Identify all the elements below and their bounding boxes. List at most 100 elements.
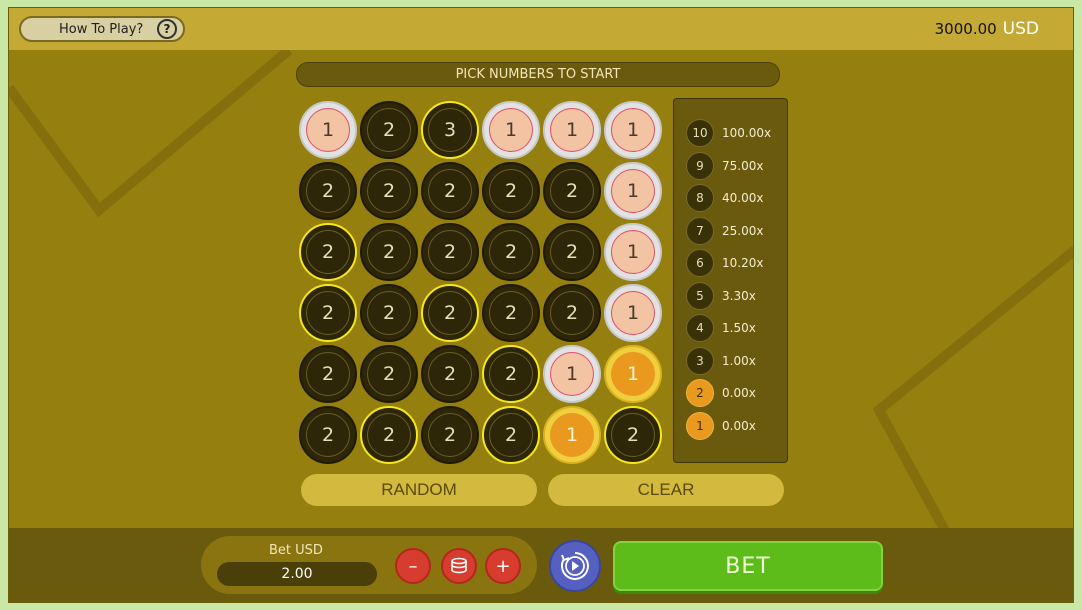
chip-value: 2 (550, 169, 594, 213)
chip-value: 2 (489, 169, 533, 213)
paytable-panel: 10 100.00x 9 75.00x 8 4 0.00x 7 25.00x 6 10.20x 5 3.… (673, 98, 788, 463)
chip-value: 2 (550, 230, 594, 274)
coin-stack-button[interactable] (441, 548, 477, 584)
paytable-hits: 5 (686, 281, 714, 310)
grid-chip[interactable]: 2 (543, 284, 601, 342)
grid-chip[interactable]: 2 (299, 345, 357, 403)
paytable-hits: 4 (686, 314, 714, 342)
autoplay-button[interactable] (549, 540, 601, 592)
grid-chip[interactable]: 2 (543, 162, 601, 220)
grid-chip[interactable]: 1 (543, 345, 601, 403)
grid-chip[interactable]: 1 (604, 101, 662, 159)
grid-chip[interactable]: 2 (482, 406, 540, 464)
paytable-multiplier: 25.00x (722, 223, 764, 238)
autoplay-icon (561, 552, 589, 580)
chip-value: 2 (306, 291, 350, 335)
how-to-play-label: How To Play? (59, 21, 144, 37)
grid-chip[interactable]: 2 (421, 345, 479, 403)
random-button[interactable]: RANDOM (301, 474, 537, 506)
help-icon: ? (157, 19, 177, 39)
grid-chip[interactable]: 2 (360, 162, 418, 220)
grid-chip[interactable]: 2 (421, 284, 479, 342)
grid-chip[interactable]: 2 (482, 223, 540, 281)
grid-chip[interactable]: 2 (482, 284, 540, 342)
grid-chip[interactable]: 2 (299, 406, 357, 464)
grid-chip[interactable]: 2 (360, 284, 418, 342)
chip-value: 1 (550, 108, 594, 152)
paytable-multiplier: 3.30x (722, 288, 756, 303)
balance-display: 3000.00 USD (935, 19, 1039, 39)
grid-chip[interactable]: 2 (299, 162, 357, 220)
paytable-row: 6 10.20x (686, 249, 763, 277)
clear-button[interactable]: CLEAR (548, 474, 784, 506)
paytable-hits: 7 (686, 216, 714, 245)
grid-chip[interactable]: 1 (299, 101, 357, 159)
paytable-row: 1 0.00x (686, 411, 756, 440)
paytable-hits: 2 (686, 379, 714, 407)
grid-chip[interactable]: 1 (543, 406, 601, 464)
grid-chip[interactable]: 2 (421, 223, 479, 281)
chip-value: 2 (428, 169, 472, 213)
increase-bet-button[interactable]: + (485, 548, 521, 584)
chip-value: 2 (306, 413, 350, 457)
chip-value: 2 (611, 413, 655, 457)
paytable-hits: 1 (686, 411, 714, 440)
chip-value: 2 (489, 230, 533, 274)
paytable-row: 10 100.00x (686, 119, 771, 147)
chip-value: 2 (306, 230, 350, 274)
grid-chip[interactable]: 2 (604, 406, 662, 464)
chip-value: 2 (428, 413, 472, 457)
chip-value: 2 (306, 352, 350, 396)
chip-value: 1 (550, 352, 594, 396)
bet-amount-panel: Bet USD 2.00 – + (201, 536, 537, 594)
paytable-hits: 8 (686, 184, 714, 212)
balance-amount: 3000.00 (934, 20, 997, 38)
chip-value: 2 (367, 230, 411, 274)
chip-value: 3 (428, 108, 472, 152)
grid-chip[interactable]: 1 (604, 162, 662, 220)
chip-value: 2 (428, 352, 472, 396)
grid-chip[interactable]: 2 (360, 223, 418, 281)
paytable-multiplier: 0.00x (722, 386, 756, 400)
grid-chip[interactable]: 2 (543, 223, 601, 281)
chip-value: 1 (611, 108, 655, 152)
bet-button[interactable]: BET (613, 541, 883, 591)
number-grid: 123111222221222221222221222211222212 (298, 100, 668, 470)
paytable-row: 4 1.50x (686, 314, 756, 342)
paytable-multiplier: 100.00x (722, 126, 772, 140)
decrease-bet-button[interactable]: – (395, 548, 431, 584)
grid-chip[interactable]: 2 (360, 101, 418, 159)
bet-amount-input[interactable]: 2.00 (217, 562, 377, 586)
grid-chip[interactable]: 2 (421, 406, 479, 464)
grid-chip[interactable]: 2 (299, 284, 357, 342)
chip-value: 2 (367, 169, 411, 213)
paytable-hits: 10 (686, 119, 714, 147)
grid-chip[interactable]: 1 (482, 101, 540, 159)
paytable-row: 9 75.00x (686, 151, 763, 180)
chip-value: 1 (611, 291, 655, 335)
chip-value: 2 (306, 169, 350, 213)
grid-chip[interactable]: 2 (482, 162, 540, 220)
grid-chip[interactable]: 2 (421, 162, 479, 220)
grid-chip[interactable]: 1 (543, 101, 601, 159)
paytable-multiplier: 10.20x (722, 256, 764, 270)
grid-chip[interactable]: 2 (360, 406, 418, 464)
chip-value: 2 (367, 291, 411, 335)
chip-value: 2 (367, 108, 411, 152)
chip-value: 1 (611, 352, 655, 396)
grid-chip[interactable]: 2 (360, 345, 418, 403)
grid-chip[interactable]: 2 (299, 223, 357, 281)
paytable-hits: 3 (686, 346, 714, 375)
balance-currency: USD (1002, 19, 1039, 39)
grid-chip[interactable]: 1 (604, 223, 662, 281)
paytable-multiplier: 1.50x (722, 321, 756, 335)
paytable-row: 5 3.30x (686, 281, 756, 310)
chip-value: 1 (489, 108, 533, 152)
paytable-hits: 9 (686, 151, 714, 180)
grid-chip[interactable]: 3 (421, 101, 479, 159)
grid-chip[interactable]: 1 (604, 345, 662, 403)
top-bar: How To Play? ? 3000.00 USD (9, 8, 1073, 50)
grid-chip[interactable]: 1 (604, 284, 662, 342)
grid-chip[interactable]: 2 (482, 345, 540, 403)
how-to-play-button[interactable]: How To Play? ? (19, 16, 185, 42)
